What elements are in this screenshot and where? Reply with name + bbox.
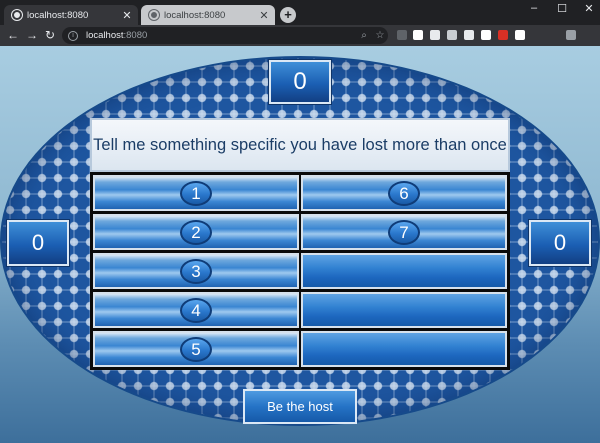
extension-icon[interactable] <box>413 30 423 40</box>
round-score: 0 <box>269 60 331 104</box>
extension-icon[interactable] <box>397 30 407 40</box>
tab-title: localhost:8080 <box>27 9 89 21</box>
extension-icon[interactable] <box>498 30 508 40</box>
answer-number: 5 <box>180 337 212 362</box>
answer-slot-5[interactable]: 5 <box>93 331 299 367</box>
extension-icon[interactable] <box>481 30 491 40</box>
browser-toolbar: ← → ↻ i localhost:8080 ⌕ ☆ <box>0 25 600 46</box>
extension-icon[interactable] <box>566 30 576 40</box>
new-tab-button[interactable]: + <box>280 7 296 23</box>
extension-icon[interactable] <box>515 30 525 40</box>
question-text: Tell me something specific you have lost… <box>93 135 507 154</box>
tab-title: localhost:8080 <box>164 9 226 21</box>
extension-icon[interactable] <box>447 30 457 40</box>
tab-strip: localhost:8080 ✕ localhost:8080 ✕ + – ☐ … <box>0 0 600 25</box>
answer-number: 2 <box>180 220 212 245</box>
reload-icon[interactable]: ↻ <box>43 27 57 44</box>
tab-active[interactable]: localhost:8080 ✕ <box>4 5 138 25</box>
address-bar[interactable]: i localhost:8080 ⌕ ☆ <box>62 27 388 44</box>
minimize-icon[interactable]: – <box>527 2 541 14</box>
maximize-icon[interactable]: ☐ <box>555 2 569 15</box>
globe-icon <box>12 10 22 20</box>
answer-slot-3[interactable]: 3 <box>93 253 299 289</box>
answer-slot-empty <box>301 292 507 328</box>
globe-icon <box>149 10 159 20</box>
answer-number: 1 <box>180 181 212 206</box>
answer-slot-4[interactable]: 4 <box>93 292 299 328</box>
close-tab-icon[interactable]: ✕ <box>256 9 272 22</box>
close-window-icon[interactable]: ✕ <box>582 2 596 15</box>
answer-number: 7 <box>388 220 420 245</box>
extension-icon[interactable] <box>430 30 440 40</box>
answer-board: 1 2 3 4 5 6 7 <box>90 172 510 370</box>
answer-slot-6[interactable]: 6 <box>301 175 507 211</box>
bookmark-star-icon[interactable]: ☆ <box>372 30 388 41</box>
answer-slot-empty <box>301 253 507 289</box>
back-icon[interactable]: ← <box>6 27 20 44</box>
close-tab-icon[interactable]: ✕ <box>119 9 135 22</box>
team-right-score: 0 <box>529 220 591 266</box>
answer-number: 3 <box>180 259 212 284</box>
zoom-icon[interactable]: ⌕ <box>356 30 372 41</box>
tab-inactive[interactable]: localhost:8080 ✕ <box>141 5 275 25</box>
be-the-host-button[interactable]: Be the host <box>243 389 357 424</box>
question-panel: Tell me something specific you have lost… <box>90 118 510 172</box>
answer-slot-2[interactable]: 2 <box>93 214 299 250</box>
extension-icon[interactable] <box>464 30 474 40</box>
team-left-score: 0 <box>7 220 69 266</box>
answer-slot-7[interactable]: 7 <box>301 214 507 250</box>
answer-number: 6 <box>388 181 420 206</box>
answer-slot-empty <box>301 331 507 367</box>
answer-slot-1[interactable]: 1 <box>93 175 299 211</box>
game-page: 0 0 0 Tell me something specific you hav… <box>0 46 600 443</box>
site-info-icon[interactable]: i <box>68 30 78 41</box>
url-text[interactable]: localhost:8080 <box>86 30 356 41</box>
answer-number: 4 <box>180 298 212 323</box>
forward-icon[interactable]: → <box>25 27 39 44</box>
